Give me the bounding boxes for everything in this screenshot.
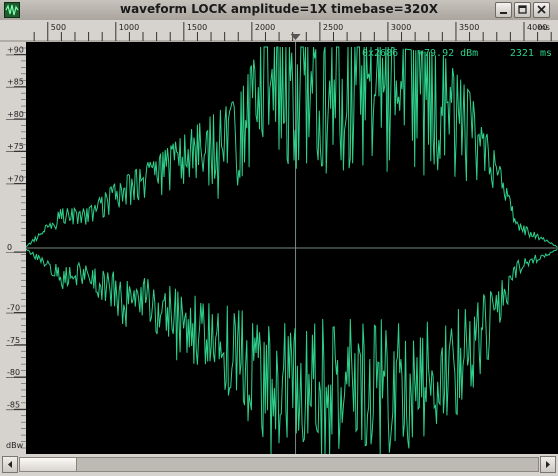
ruler-tick-label: 1000 <box>119 23 139 32</box>
amplitude-tick-label: -85 <box>7 400 20 409</box>
level-readout: +79.92 dBm <box>418 48 479 59</box>
amplitude-tick-label: +80 <box>7 110 24 119</box>
title-bar[interactable]: waveform LOCK amplitude=1X timebase=320X <box>0 0 558 21</box>
minimize-button[interactable] <box>495 2 512 18</box>
amplitude-tick-label: +70 <box>7 174 24 183</box>
frequency-readout: 0x2686 <box>362 48 399 59</box>
ruler-tick-label: 3500 <box>459 23 479 32</box>
waveform-lower-trace <box>26 248 558 454</box>
amplitude-zero-label: 0 <box>7 243 12 252</box>
time-readout: 2321 ms <box>509 48 552 59</box>
amplitude-tick-label: -80 <box>7 368 20 377</box>
cursor-marker[interactable] <box>290 34 301 40</box>
window-title: waveform LOCK amplitude=1X timebase=320X <box>120 2 438 16</box>
maximize-button[interactable] <box>514 2 531 18</box>
ruler-tick-label: 2000 <box>255 23 275 32</box>
waveform-upper-trace <box>26 46 558 248</box>
horizontal-scrollbar[interactable] <box>0 454 558 476</box>
ruler-tick-label: 500 <box>51 23 66 32</box>
amplitude-unit-label: dBw <box>6 441 24 450</box>
amplitude-axis: +90 +85 +80 +75 +70 -70 -75 -80 -85 0 dBw <box>0 42 26 454</box>
amplitude-tick-label: +90 <box>7 45 24 54</box>
waveform-window: waveform LOCK amplitude=1X timebase=320X… <box>0 0 558 476</box>
amplitude-tick-label: +75 <box>7 142 24 151</box>
time-ruler[interactable]: 500 1000 1500 2000 2500 3000 3500 4000 ms <box>0 20 558 42</box>
scroll-left-button[interactable] <box>2 456 18 473</box>
waveform-plot[interactable]: 0x2686 +79.92 dBm 2321 ms <box>26 42 558 454</box>
amplitude-tick-label: -75 <box>7 336 20 345</box>
scroll-thumb[interactable] <box>20 458 77 471</box>
scroll-right-button[interactable] <box>540 456 556 473</box>
ruler-tick-label: 3000 <box>391 23 411 32</box>
amplitude-tick-label: -70 <box>7 304 20 313</box>
ruler-unit-label: ms <box>538 23 550 32</box>
ruler-tick-label: 1500 <box>187 23 207 32</box>
ruler-tick-label: 2500 <box>323 23 343 32</box>
scroll-track[interactable] <box>19 457 539 472</box>
close-button[interactable] <box>533 2 550 18</box>
amplitude-tick-label: +85 <box>7 78 24 87</box>
